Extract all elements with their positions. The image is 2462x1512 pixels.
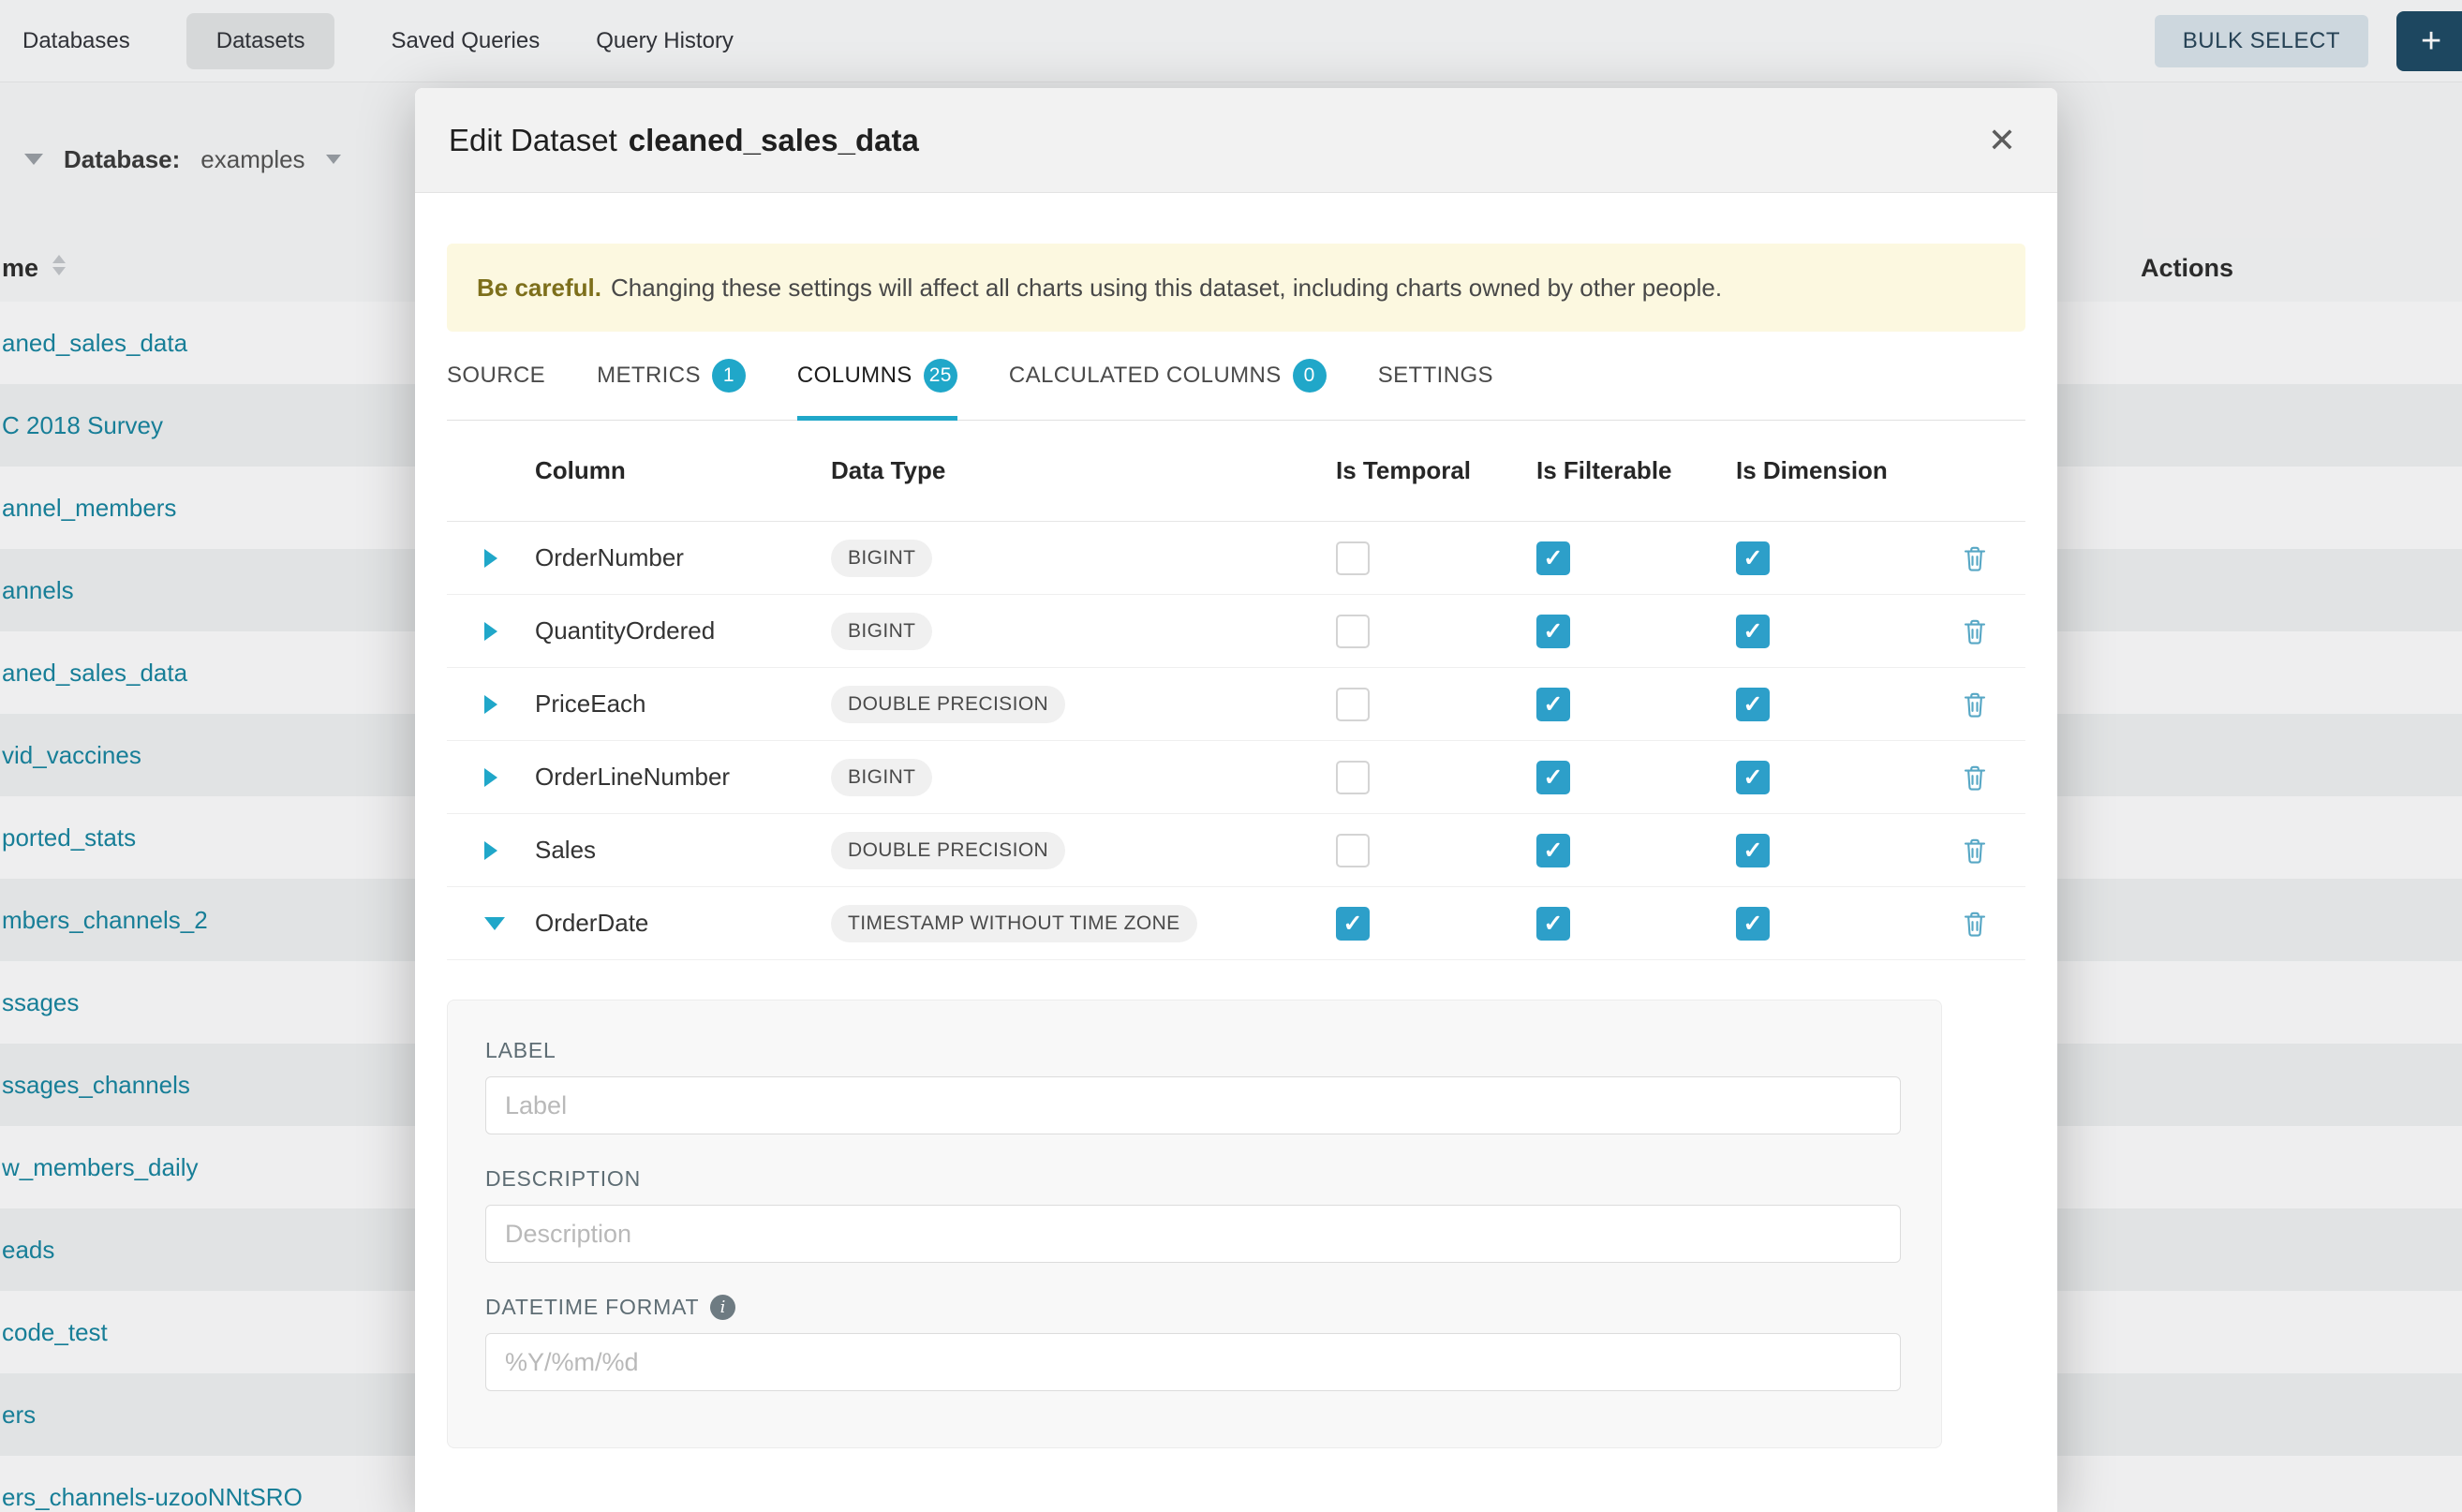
column-row: PriceEachDOUBLE PRECISION ✓ ✓	[447, 668, 2025, 741]
column-row: SalesDOUBLE PRECISION ✓ ✓	[447, 814, 2025, 887]
is-filterable-checkbox[interactable]: ✓	[1536, 688, 1570, 721]
columns-table-header: Column Data Type Is Temporal Is Filterab…	[447, 421, 2025, 522]
tab-label: SOURCE	[447, 363, 545, 389]
is-filterable-checkbox[interactable]: ✓	[1536, 615, 1570, 648]
info-icon[interactable]: i	[710, 1295, 735, 1320]
column-name: PriceEach	[535, 689, 831, 719]
delete-column-button[interactable]	[1961, 544, 1989, 572]
tab-settings[interactable]: SETTINGS	[1378, 332, 1493, 420]
trash-icon[interactable]	[1961, 690, 1989, 719]
collapse-caret-icon[interactable]	[484, 917, 505, 930]
warning-text: Changing these settings will affect all …	[611, 274, 1722, 303]
expand-caret-icon[interactable]	[484, 549, 497, 568]
expand-caret-icon[interactable]	[484, 841, 497, 860]
column-header-data-type: Data Type	[831, 456, 1336, 485]
data-type-pill: BIGINT	[831, 613, 932, 650]
is-temporal-checkbox[interactable]	[1336, 615, 1370, 648]
datetime-format-input[interactable]	[485, 1333, 1901, 1391]
modal-body: Be careful. Changing these settings will…	[415, 244, 2057, 1448]
column-name: OrderDate	[535, 909, 831, 938]
is-temporal-checkbox[interactable]: ✓	[1336, 907, 1370, 941]
description-input[interactable]	[485, 1205, 1901, 1263]
description-field: DESCRIPTION	[485, 1166, 1904, 1263]
is-dimension-checkbox[interactable]: ✓	[1736, 834, 1770, 867]
delete-column-button[interactable]	[1961, 763, 1989, 792]
tab-metrics[interactable]: METRICS 1	[597, 332, 746, 420]
warning-bold-text: Be careful.	[477, 274, 601, 303]
data-type-pill: BIGINT	[831, 759, 932, 796]
is-dimension-checkbox[interactable]: ✓	[1736, 688, 1770, 721]
modal-header: Edit Dataset cleaned_sales_data ✕	[415, 88, 2057, 193]
trash-icon[interactable]	[1961, 837, 1989, 865]
columns-table-body: OrderNumberBIGINT✓✓QuantityOrderedBIGINT…	[447, 522, 2025, 960]
data-type-pill: DOUBLE PRECISION	[831, 832, 1065, 869]
modal-title-dataset-name: cleaned_sales_data	[629, 123, 919, 157]
column-row: OrderNumberBIGINT ✓ ✓	[447, 522, 2025, 595]
modal-tabs: SOURCE METRICS 1 COLUMNS 25 CALCULATED COLUMN…	[447, 332, 2025, 421]
data-type-pill: DOUBLE PRECISION	[831, 686, 1065, 723]
modal-title-prefix: Edit Dataset	[449, 123, 617, 157]
trash-icon[interactable]	[1961, 910, 1989, 938]
column-name: OrderLineNumber	[535, 763, 831, 792]
is-dimension-checkbox[interactable]: ✓	[1736, 615, 1770, 648]
tab-count-badge: 25	[924, 359, 957, 393]
column-header-is-filterable: Is Filterable	[1536, 456, 1736, 485]
is-dimension-checkbox[interactable]: ✓	[1736, 907, 1770, 941]
edit-dataset-modal: Edit Dataset cleaned_sales_data ✕ Be care…	[415, 88, 2057, 1512]
label-field: LABEL	[485, 1038, 1904, 1134]
label-field-label: LABEL	[485, 1038, 1904, 1063]
datetime-format-field: DATETIME FORMAT i	[485, 1295, 1904, 1391]
delete-column-button[interactable]	[1961, 837, 1989, 865]
column-header-column: Column	[535, 456, 831, 485]
tab-label: CALCULATED COLUMNS	[1009, 363, 1282, 389]
is-filterable-checkbox[interactable]: ✓	[1536, 907, 1570, 941]
trash-icon[interactable]	[1961, 763, 1989, 792]
is-filterable-checkbox[interactable]: ✓	[1536, 541, 1570, 575]
column-header-is-dimension: Is Dimension	[1736, 456, 1908, 485]
expand-caret-icon[interactable]	[484, 622, 497, 641]
column-settings-panel: LABEL DESCRIPTION DATETIME FORMAT i	[447, 1000, 1942, 1448]
is-temporal-checkbox[interactable]	[1336, 761, 1370, 794]
column-name: Sales	[535, 836, 831, 865]
tab-label: SETTINGS	[1378, 363, 1493, 389]
modal-title: Edit Dataset cleaned_sales_data	[449, 123, 919, 158]
is-temporal-checkbox[interactable]	[1336, 688, 1370, 721]
description-field-label: DESCRIPTION	[485, 1166, 1904, 1192]
column-name: QuantityOrdered	[535, 616, 831, 645]
is-temporal-checkbox[interactable]	[1336, 834, 1370, 867]
expand-caret-icon[interactable]	[484, 768, 497, 787]
tab-count-badge: 1	[712, 359, 746, 393]
column-row: QuantityOrderedBIGINT ✓ ✓	[447, 595, 2025, 668]
tab-calculated-columns[interactable]: CALCULATED COLUMNS 0	[1009, 332, 1327, 420]
warning-banner: Be careful. Changing these settings will…	[447, 244, 2025, 332]
column-row: OrderDateTIMESTAMP WITHOUT TIME ZONE ✓ ✓ ✓	[447, 887, 2025, 960]
tab-columns[interactable]: COLUMNS 25	[797, 332, 957, 420]
delete-column-button[interactable]	[1961, 690, 1989, 719]
is-dimension-checkbox[interactable]: ✓	[1736, 761, 1770, 794]
datetime-format-field-label: DATETIME FORMAT	[485, 1295, 699, 1320]
tab-label: COLUMNS	[797, 363, 912, 389]
data-type-pill: TIMESTAMP WITHOUT TIME ZONE	[831, 905, 1197, 942]
is-filterable-checkbox[interactable]: ✓	[1536, 761, 1570, 794]
column-name: OrderNumber	[535, 543, 831, 572]
tab-label: METRICS	[597, 363, 701, 389]
column-row: OrderLineNumberBIGINT ✓ ✓	[447, 741, 2025, 814]
column-header-is-temporal: Is Temporal	[1336, 456, 1536, 485]
tab-source[interactable]: SOURCE	[447, 332, 545, 420]
trash-icon[interactable]	[1961, 617, 1989, 645]
expand-caret-icon[interactable]	[484, 695, 497, 714]
label-input[interactable]	[485, 1076, 1901, 1134]
delete-column-button[interactable]	[1961, 910, 1989, 938]
tab-count-badge: 0	[1293, 359, 1327, 393]
trash-icon[interactable]	[1961, 544, 1989, 572]
is-dimension-checkbox[interactable]: ✓	[1736, 541, 1770, 575]
is-filterable-checkbox[interactable]: ✓	[1536, 834, 1570, 867]
data-type-pill: BIGINT	[831, 540, 932, 577]
is-temporal-checkbox[interactable]	[1336, 541, 1370, 575]
delete-column-button[interactable]	[1961, 617, 1989, 645]
close-icon[interactable]: ✕	[1988, 124, 2016, 157]
